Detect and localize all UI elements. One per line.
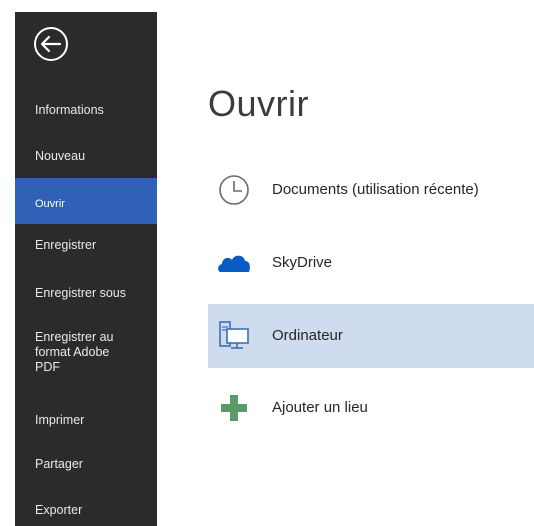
sidebar-item-label: Imprimer <box>35 413 85 427</box>
backstage-sidebar: Informations Nouveau Ouvrir Enregistrer … <box>15 12 157 526</box>
place-label: Documents (utilisation récente) <box>272 181 479 198</box>
page-title: Ouvrir <box>208 83 309 124</box>
place-label: SkyDrive <box>272 254 333 271</box>
sidebar-item-exporter[interactable]: Exporter <box>15 503 157 525</box>
sidebar-item-enregistrer-pdf[interactable]: Enregistrer au format Adobe PDF <box>15 330 157 384</box>
sidebar-item-label: Partager <box>35 457 83 471</box>
sidebar-item-label: Ouvrir <box>35 198 65 210</box>
sidebar-item-imprimer[interactable]: Imprimer <box>15 413 157 435</box>
place-label: Ajouter un lieu <box>272 399 368 416</box>
place-label: Ordinateur <box>272 327 343 344</box>
sidebar-item-enregistrer[interactable]: Enregistrer <box>15 238 157 260</box>
cloud-icon <box>218 255 250 272</box>
sidebar-item-label: Nouveau <box>35 149 86 163</box>
place-add-location[interactable]: Ajouter un lieu <box>208 376 534 440</box>
place-skydrive[interactable]: SkyDrive <box>208 231 534 295</box>
backstage-window: Informations Nouveau Ouvrir Enregistrer … <box>0 0 534 526</box>
sidebar-item-label: Informations <box>35 103 104 117</box>
sidebar-item-enregistrer-sous[interactable]: Enregistrer sous <box>15 286 157 308</box>
plus-icon <box>221 395 247 421</box>
clock-icon <box>219 175 249 205</box>
sidebar-item-label: Enregistrer au format Adobe PDF <box>35 330 114 374</box>
computer-icon <box>219 321 249 349</box>
sidebar-item-partager[interactable]: Partager <box>15 457 157 479</box>
sidebar-item-ouvrir[interactable]: Ouvrir <box>15 178 157 224</box>
sidebar-item-label: Exporter <box>35 503 83 517</box>
place-computer[interactable]: Ordinateur <box>208 304 534 368</box>
sidebar-item-label: Enregistrer <box>35 238 97 252</box>
back-arrow-circle-icon[interactable] <box>33 26 69 62</box>
sidebar-item-nouveau[interactable]: Nouveau <box>15 149 157 171</box>
place-recent-documents[interactable]: Documents (utilisation récente) <box>208 158 534 222</box>
sidebar-item-label: Enregistrer sous <box>35 286 127 300</box>
sidebar-item-informations[interactable]: Informations <box>15 103 157 125</box>
